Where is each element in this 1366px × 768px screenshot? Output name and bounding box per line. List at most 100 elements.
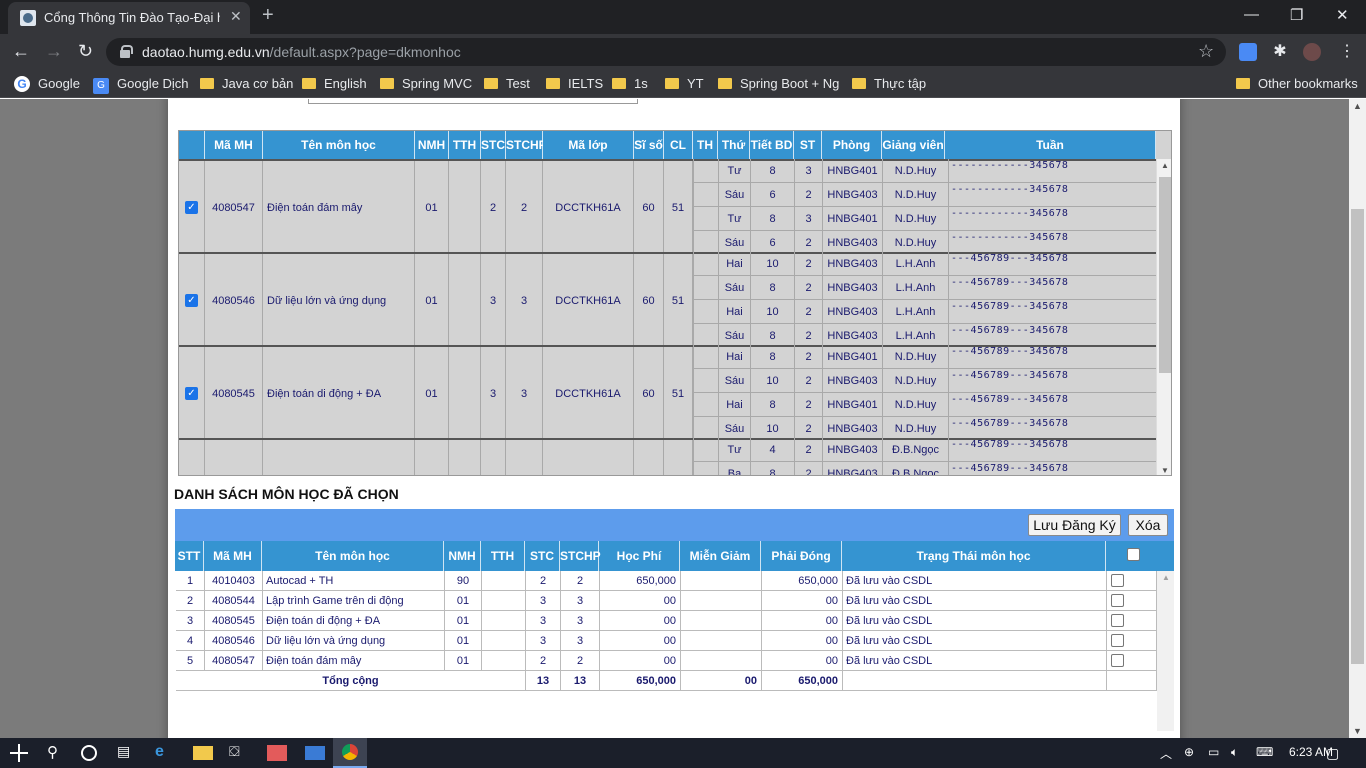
new-tab-icon[interactable]: + bbox=[262, 4, 274, 27]
scroll-up-icon[interactable]: ▲ bbox=[1162, 573, 1170, 582]
browser-tab[interactable]: Cổng Thông Tin Đào Tạo-Đại học ✕ bbox=[8, 2, 250, 34]
extensions-puzzle-icon[interactable]: ✱ bbox=[1271, 43, 1289, 61]
menu-kebab-icon[interactable]: ⋮ bbox=[1338, 43, 1356, 61]
course-ma-lop: DCCTKH61A bbox=[543, 161, 634, 254]
session-st: 2 bbox=[794, 462, 822, 475]
cell-stt: 4 bbox=[176, 631, 205, 651]
total-stc: 13 bbox=[526, 671, 561, 691]
mail-icon[interactable] bbox=[305, 746, 325, 760]
row-checkbox[interactable] bbox=[1111, 574, 1124, 587]
course-si-so: 60 bbox=[634, 254, 664, 347]
scroll-down-icon[interactable]: ▼ bbox=[1353, 726, 1362, 736]
file-explorer-icon[interactable] bbox=[193, 746, 213, 760]
schedule-table: Mã MH Tên môn học NMH TTH STC STCHP Mã lớp Sĩ s… bbox=[178, 130, 1172, 476]
bookmark-spring-boot[interactable]: Spring Boot + Ng bbox=[718, 76, 839, 91]
bookmark-google-dich[interactable]: G Google Dịch bbox=[93, 76, 189, 94]
bookmark-yt[interactable]: YT bbox=[665, 76, 704, 91]
task-view-icon[interactable]: ▤ bbox=[117, 743, 137, 763]
table-row: 4 4080546 Dữ liệu lớn và ứng dụng 01 3 3 00 00 Đ… bbox=[176, 631, 1157, 651]
session-row: Ba 8 2 HNBG403 Đ.B.Ngọc ---456789---345678 bbox=[692, 462, 1156, 475]
cell-ma: 4080546 bbox=[205, 631, 263, 651]
page-scrollbar[interactable]: ▲ ▼ bbox=[1349, 99, 1366, 738]
scroll-up-icon[interactable]: ▲ bbox=[1161, 161, 1169, 170]
select-all-checkbox[interactable] bbox=[1127, 548, 1140, 561]
scroll-down-icon[interactable]: ▼ bbox=[1161, 466, 1169, 475]
table-row: 2 4080544 Lập trình Game trên di động 01 3 3 0… bbox=[176, 591, 1157, 611]
bookmark-other[interactable]: Other bookmarks bbox=[1236, 76, 1358, 91]
volume-icon[interactable]: 🔈︎ bbox=[1231, 745, 1238, 760]
course-stc bbox=[481, 440, 506, 475]
back-icon[interactable]: ← bbox=[12, 41, 30, 62]
app-icon[interactable] bbox=[267, 745, 287, 761]
schedule-header-cell: STC bbox=[481, 131, 506, 159]
profile-avatar-icon[interactable] bbox=[1303, 43, 1321, 61]
network-globe-icon[interactable]: ⊕ bbox=[1184, 745, 1194, 759]
edge-icon[interactable]: e bbox=[155, 743, 175, 763]
windows-start-icon[interactable] bbox=[10, 744, 28, 762]
session-weeks: ------------345678 bbox=[948, 207, 1156, 231]
session-phong: HNBG401 bbox=[822, 345, 882, 369]
schedule-scrollbar[interactable]: ▲ ▼ bbox=[1156, 159, 1171, 475]
course-ten bbox=[263, 440, 415, 475]
schedule-header-cell: TH bbox=[693, 131, 718, 159]
bookmark-thuc-tap[interactable]: Thực tập bbox=[852, 76, 926, 91]
cell-mien-giam bbox=[681, 591, 762, 611]
bookmark-google[interactable]: G Google bbox=[14, 76, 80, 92]
scroll-thumb[interactable] bbox=[1159, 177, 1171, 373]
course-select-cell[interactable]: ✓ bbox=[179, 254, 205, 347]
ime-icon[interactable]: ⌨ bbox=[1256, 745, 1273, 759]
bookmark-star-icon[interactable]: ☆ bbox=[1198, 41, 1214, 62]
bookmark-ielts[interactable]: IELTS bbox=[546, 76, 603, 91]
schedule-course-group: ✓ 4080547 Điện toán đám mây 01 2 2 DCCTKH61A 60… bbox=[179, 159, 1156, 255]
close-window-icon[interactable]: ✕ bbox=[1336, 6, 1349, 24]
cortana-icon[interactable] bbox=[81, 745, 97, 761]
cell-stchp: 2 bbox=[561, 571, 600, 591]
session-thu: Sáu bbox=[718, 183, 750, 207]
session-th bbox=[693, 300, 718, 324]
row-checkbox[interactable] bbox=[1111, 614, 1124, 627]
course-select-cell[interactable]: ✓ bbox=[179, 440, 205, 475]
bookmark-1s[interactable]: 1s bbox=[612, 76, 648, 91]
selected-scrollbar[interactable]: ▲ bbox=[1157, 571, 1174, 731]
session-tiet: 4 bbox=[750, 438, 794, 462]
maximize-icon[interactable]: ❐ bbox=[1290, 6, 1303, 24]
delete-button[interactable]: Xóa bbox=[1128, 514, 1168, 536]
course-checkbox[interactable]: ✓ bbox=[185, 201, 198, 214]
bookmark-english[interactable]: English bbox=[302, 76, 367, 91]
bookmark-spring-mvc[interactable]: Spring MVC bbox=[380, 76, 472, 91]
save-registration-button[interactable]: Lưu Đăng Ký bbox=[1028, 514, 1121, 536]
bookmark-java[interactable]: Java cơ bản bbox=[200, 76, 293, 91]
course-ten: Điện toán di động + ĐA bbox=[263, 347, 415, 440]
bookmark-test[interactable]: Test bbox=[484, 76, 530, 91]
store-icon[interactable]: ⛋ bbox=[229, 743, 249, 763]
cell-ten: Lập trình Game trên di động bbox=[263, 591, 445, 611]
scroll-up-icon[interactable]: ▲ bbox=[1353, 101, 1362, 111]
minimize-icon[interactable]: — bbox=[1244, 6, 1259, 23]
reload-icon[interactable]: ↻ bbox=[78, 41, 93, 62]
row-checkbox[interactable] bbox=[1111, 654, 1124, 667]
course-checkbox[interactable]: ✓ bbox=[185, 294, 198, 307]
battery-icon[interactable]: ▭ bbox=[1208, 745, 1219, 759]
cell-stc: 2 bbox=[526, 651, 561, 671]
schedule-course-group: ✓ 4080546 Dữ liệu lớn và ứng dụng 01 3 3 DCCTK… bbox=[179, 252, 1156, 348]
forward-icon[interactable]: → bbox=[45, 41, 63, 62]
course-select-cell[interactable]: ✓ bbox=[179, 161, 205, 254]
course-checkbox[interactable]: ✓ bbox=[185, 387, 198, 400]
course-select-cell[interactable]: ✓ bbox=[179, 347, 205, 440]
browser-toolbar: ← → ↻ daotao.humg.edu.vn/default.aspx?pa… bbox=[0, 34, 1366, 70]
session-weeks: ---456789---345678 bbox=[948, 393, 1156, 417]
translate-extension-icon[interactable] bbox=[1239, 43, 1257, 61]
row-checkbox[interactable] bbox=[1111, 594, 1124, 607]
session-gv: N.D.Huy bbox=[882, 369, 948, 393]
address-bar[interactable]: daotao.humg.edu.vn/default.aspx?page=dkm… bbox=[106, 38, 1226, 66]
search-icon[interactable]: ⚲ bbox=[47, 743, 67, 763]
chrome-taskbar-button[interactable] bbox=[333, 738, 367, 768]
cell-stchp: 3 bbox=[561, 631, 600, 651]
row-checkbox[interactable] bbox=[1111, 634, 1124, 647]
close-tab-icon[interactable]: ✕ bbox=[230, 8, 242, 25]
url-domain: daotao.humg.edu.vn bbox=[142, 44, 270, 60]
notifications-icon[interactable]: ▢ bbox=[1326, 745, 1339, 762]
tray-chevron-icon[interactable]: ︿ bbox=[1160, 745, 1172, 762]
selected-header-cell: Trạng Thái môn học bbox=[842, 541, 1106, 571]
page-scroll-thumb[interactable] bbox=[1351, 209, 1364, 664]
